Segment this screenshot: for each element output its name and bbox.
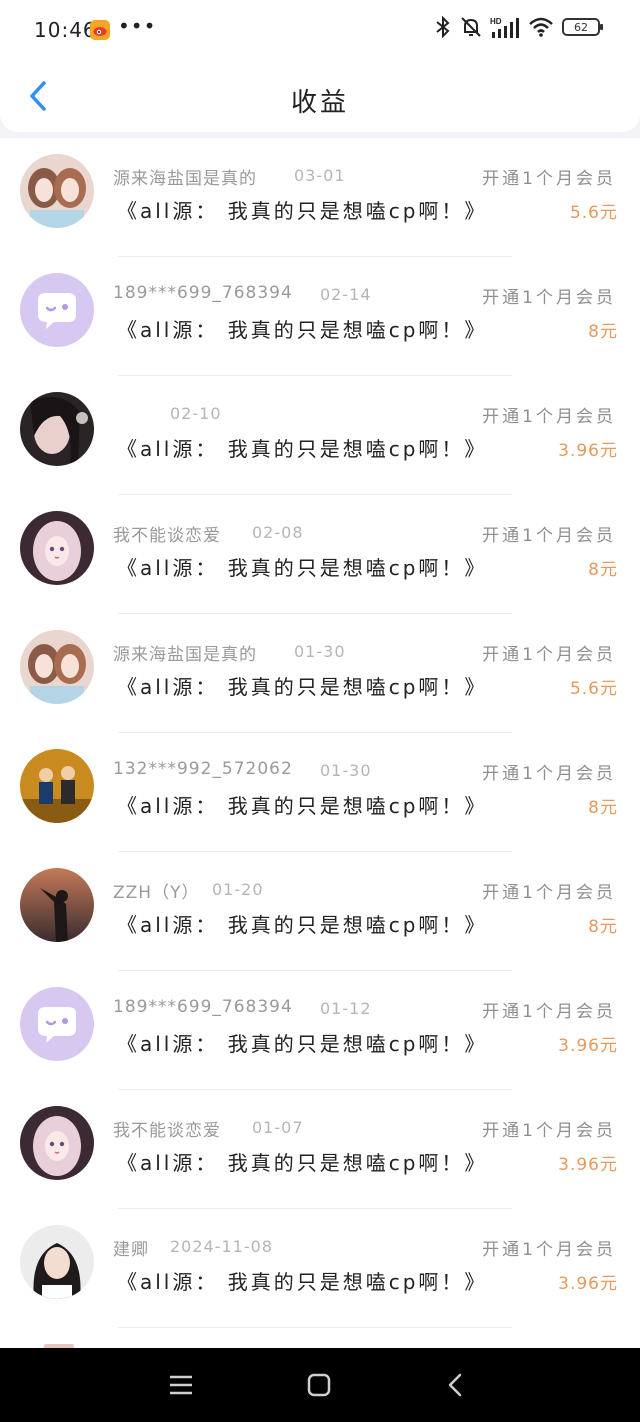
battery-level: 62 <box>574 20 588 34</box>
record-date: 01-12 <box>320 999 372 1018</box>
user-name: 源来海盐国是真的 <box>113 169 257 189</box>
user-name: 建卿 <box>113 1240 149 1260</box>
home-square-icon <box>307 1373 331 1397</box>
work-title: 《all源： 我真的只是想嗑cp啊！》 <box>117 1270 488 1294</box>
membership-type: 开通1个月会员 <box>482 169 616 189</box>
membership-type: 开通1个月会员 <box>482 1002 616 1022</box>
svg-text:HD: HD <box>490 17 502 26</box>
amount: 3.96元 <box>558 1274 618 1294</box>
work-title: 《all源： 我真的只是想嗑cp啊！》 <box>117 1032 488 1056</box>
earnings-list[interactable]: 源来海盐国是真的 03-01 开通1个月会员 《all源： 我真的只是想嗑cp啊！》 5… <box>0 138 640 1348</box>
amount: 8元 <box>588 560 618 580</box>
membership-type: 开通1个月会员 <box>482 645 616 665</box>
avatar[interactable] <box>20 1106 94 1180</box>
membership-type: 开通1个月会员 <box>482 526 616 546</box>
work-title: 《all源： 我真的只是想嗑cp啊！》 <box>117 318 488 342</box>
record-date: 02-14 <box>320 285 372 304</box>
avatar[interactable] <box>20 749 94 823</box>
work-title: 《all源： 我真的只是想嗑cp啊！》 <box>117 199 488 223</box>
list-item[interactable]: 189***699_768394… 02-14 开通1个月会员《all源： 我真的只… <box>0 257 640 376</box>
hd-signal-icon: HD <box>490 17 519 38</box>
avatar[interactable] <box>20 987 94 1061</box>
amount: 3.96元 <box>558 1155 618 1175</box>
home-button[interactable] <box>304 1370 334 1400</box>
amount: 8元 <box>588 917 618 937</box>
user-name: 132***992_572062… <box>113 759 293 779</box>
record-date: 01-30 <box>320 761 372 780</box>
bell-muted-icon <box>461 17 481 37</box>
record-date: 03-01 <box>294 166 346 185</box>
header: 收益 <box>0 60 640 132</box>
user-name: 我不能谈恋爱 <box>113 1121 221 1141</box>
user-name: 源来海盐国是真的 <box>113 645 257 665</box>
amount: 8元 <box>588 798 618 818</box>
membership-type: 开通1个月会员 <box>482 288 616 308</box>
list-item[interactable]: 源来海盐国是真的 01-30 开通1个月会员《all源： 我真的只是想嗑cp啊！》 5… <box>0 614 640 733</box>
weibo-icon <box>90 20 110 40</box>
work-title: 《all源： 我真的只是想嗑cp啊！》 <box>117 556 488 580</box>
avatar[interactable] <box>20 154 94 228</box>
work-title: 《all源： 我真的只是想嗑cp啊！》 <box>117 794 488 818</box>
menu-button[interactable] <box>166 1370 196 1400</box>
avatar[interactable] <box>20 1225 94 1299</box>
amount: 3.96元 <box>558 1036 618 1056</box>
list-item[interactable]: 建卿 2024-11-08 开通1个月会员《all源： 我真的只是想嗑cp啊！》 3.… <box>0 1209 640 1328</box>
work-title: 《all源： 我真的只是想嗑cp啊！》 <box>117 913 488 937</box>
work-title: 《all源： 我真的只是想嗑cp啊！》 <box>117 1151 488 1175</box>
user-name: 我不能谈恋爱 <box>113 526 221 546</box>
avatar[interactable] <box>20 392 94 466</box>
list-item[interactable]: 02-10 开通1个月会员《all源： 我真的只是想嗑cp啊！》 3.96元 <box>0 376 640 495</box>
record-date: 02-08 <box>252 523 304 542</box>
back-arrow-icon <box>448 1373 462 1397</box>
more-notifications-icon: ••• <box>118 14 157 38</box>
user-name: ZZH（Y） <box>113 883 200 903</box>
system-nav-bar <box>0 1348 640 1422</box>
record-date: 01-07 <box>252 1118 304 1137</box>
membership-type: 开通1个月会员 <box>482 883 616 903</box>
battery-icon: 62 <box>562 18 603 36</box>
avatar[interactable] <box>20 868 94 942</box>
list-item[interactable]: 我不能谈恋爱 02-08 开通1个月会员《all源： 我真的只是想嗑cp啊！》 8元 <box>0 495 640 614</box>
membership-type: 开通1个月会员 <box>482 1240 616 1260</box>
list-item[interactable]: 132***992_572062… 01-30 开通1个月会员《all源： 我真的只… <box>0 733 640 852</box>
amount: 5.6元 <box>569 679 618 699</box>
wifi-icon <box>529 17 553 37</box>
record-date: 01-30 <box>294 642 346 661</box>
amount: 5.6元 <box>569 203 618 223</box>
membership-type: 开通1个月会员 <box>482 407 616 427</box>
membership-type: 开通1个月会员 <box>482 1121 616 1141</box>
menu-icon <box>170 1375 192 1395</box>
status-bar: 10:46 ••• HD 62 <box>0 0 640 60</box>
avatar[interactable] <box>20 630 94 704</box>
user-name: 189***699_768394… <box>113 997 293 1017</box>
record-date: 2024-11-08 <box>170 1237 273 1256</box>
page-title: 收益 <box>290 88 349 118</box>
amount: 8元 <box>588 322 618 342</box>
amount: 3.96元 <box>558 441 618 461</box>
record-date: 02-10 <box>170 404 222 423</box>
record-date: 01-20 <box>212 880 264 899</box>
list-item[interactable]: 我不能谈恋爱 01-07 开通1个月会员《all源： 我真的只是想嗑cp啊！》 3.9… <box>0 1090 640 1209</box>
membership-type: 开通1个月会员 <box>482 764 616 784</box>
status-icons: HD 62 <box>434 16 603 38</box>
bluetooth-icon <box>436 16 450 38</box>
list-item[interactable]: ZZH（Y） 01-20 开通1个月会员《all源： 我真的只是想嗑cp啊！》 8元 <box>0 852 640 971</box>
work-title: 《all源： 我真的只是想嗑cp啊！》 <box>117 675 488 699</box>
list-item[interactable]: 189***699_768394… 01-12 开通1个月会员《all源： 我真的只… <box>0 971 640 1090</box>
work-title: 《all源： 我真的只是想嗑cp啊！》 <box>117 437 488 461</box>
avatar[interactable] <box>20 273 94 347</box>
status-time: 10:46 <box>34 18 97 42</box>
list-item[interactable]: 源来海盐国是真的 03-01 开通1个月会员《all源： 我真的只是想嗑cp啊！》 5… <box>0 138 640 257</box>
avatar[interactable] <box>20 511 94 585</box>
system-back-button[interactable] <box>440 1370 470 1400</box>
user-name: 189***699_768394… <box>113 283 293 303</box>
